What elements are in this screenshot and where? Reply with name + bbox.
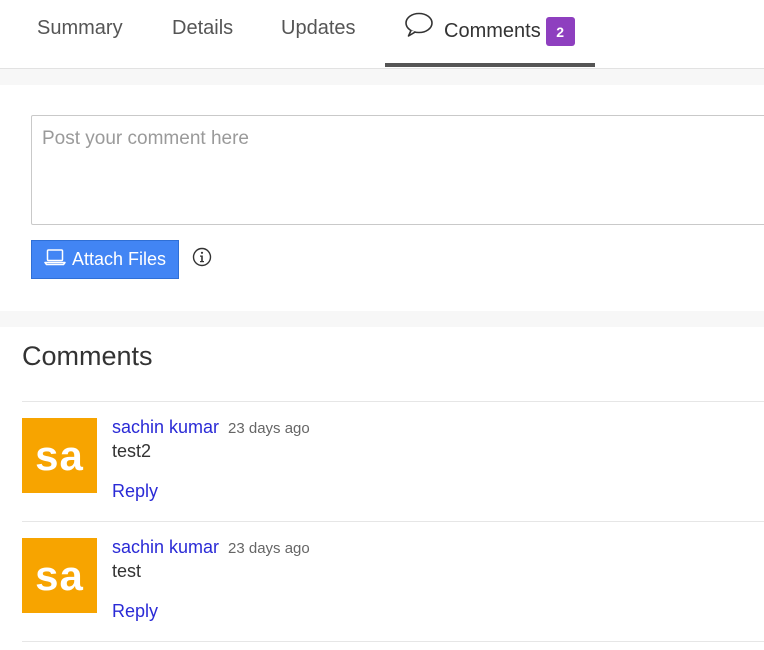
comment-item: sa sachin kumar 23 days ago test2 Reply [22, 401, 764, 519]
info-icon[interactable] [192, 247, 212, 267]
tab-comments-label: Comments [444, 20, 541, 42]
tab-summary-label: Summary [37, 16, 123, 39]
tab-updates-label: Updates [281, 16, 356, 39]
comments-heading: Comments [22, 341, 153, 371]
reply-link[interactable]: Reply [112, 601, 158, 622]
tab-bar: Summary Details Updates Comments 2 [0, 0, 764, 69]
tab-details-label: Details [172, 16, 234, 39]
tab-details[interactable]: Details [172, 0, 233, 68]
comment-input[interactable] [31, 115, 764, 225]
tab-comments[interactable]: Comments 2 [385, 0, 595, 68]
comment-author-link[interactable]: sachin kumar [112, 417, 219, 438]
comments-count-badge: 2 [545, 17, 575, 46]
section-gap [0, 311, 764, 327]
comment-author-link[interactable]: sachin kumar [112, 537, 219, 558]
comment-timestamp: 23 days ago [228, 540, 310, 557]
section-gap [0, 69, 764, 85]
avatar: sa [22, 418, 97, 493]
tab-updates[interactable]: Updates [281, 0, 356, 68]
comment-text: test [112, 561, 142, 581]
tab-summary[interactable]: Summary [37, 0, 123, 68]
comment-text: test2 [112, 441, 152, 461]
divider [22, 641, 764, 642]
comment-timestamp: 23 days ago [228, 420, 310, 437]
avatar: sa [22, 538, 97, 613]
speech-bubble-icon [404, 11, 434, 45]
reply-link[interactable]: Reply [112, 481, 158, 502]
active-tab-underline [385, 63, 595, 67]
comment-item: sa sachin kumar 23 days ago test Reply [22, 521, 764, 639]
comment-composer: Attach Files [0, 85, 764, 311]
laptop-icon [44, 248, 66, 271]
attach-files-button[interactable]: Attach Files [31, 240, 179, 279]
comments-list: Comments sa sachin kumar 23 days ago tes… [0, 327, 764, 650]
attach-files-label: Attach Files [71, 249, 167, 269]
